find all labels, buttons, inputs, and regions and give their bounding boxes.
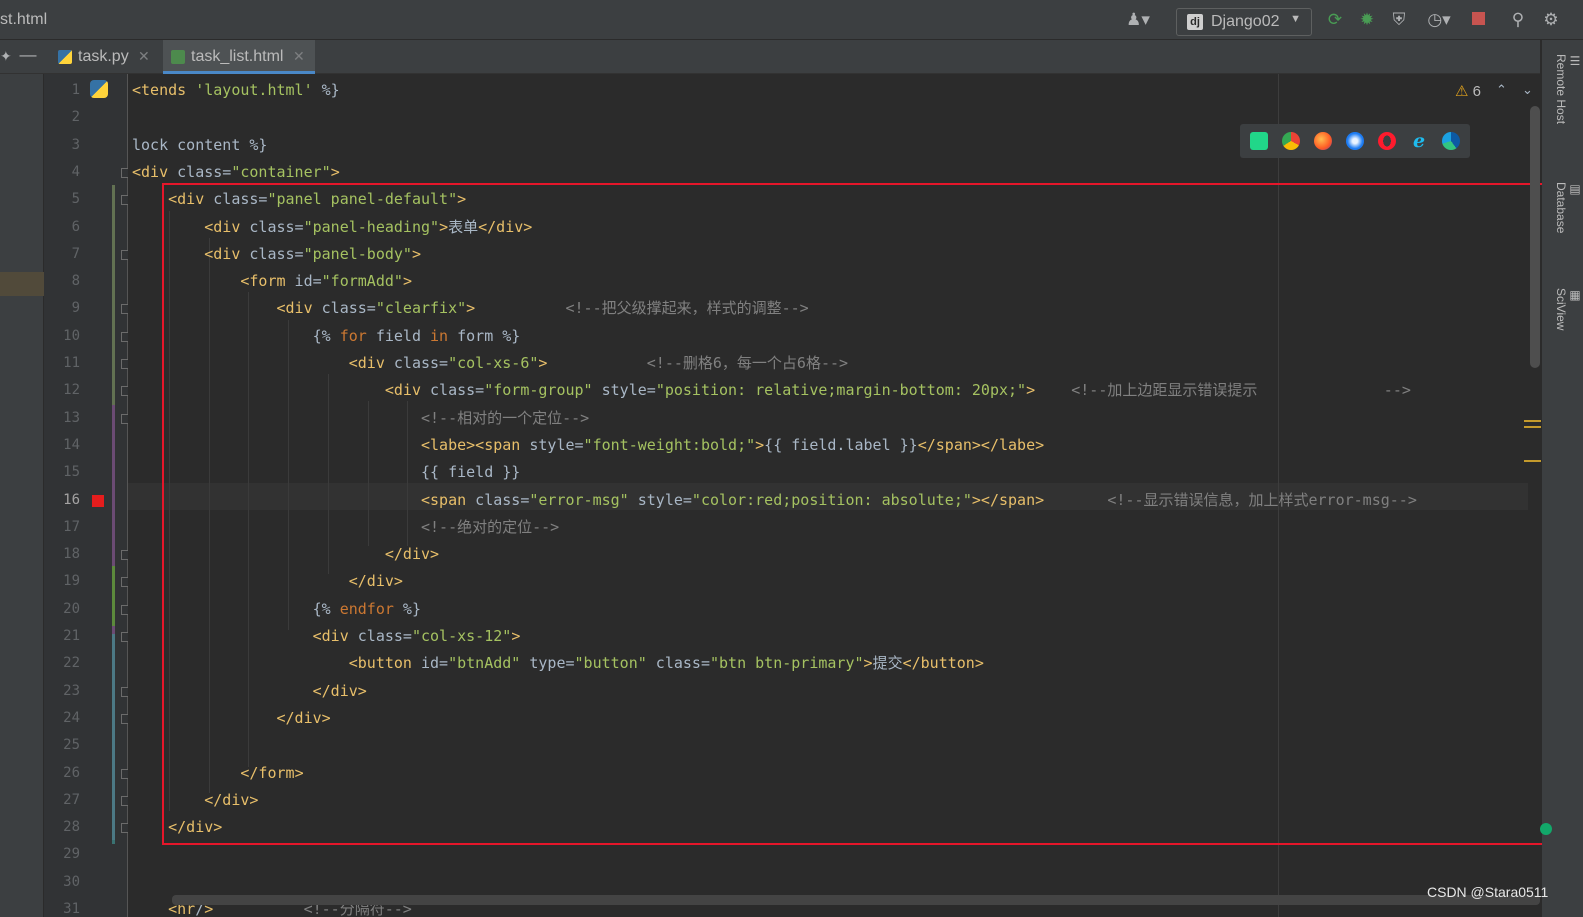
previous-highlight-icon[interactable]: ⌃ <box>1496 82 1507 98</box>
line-number[interactable]: 4 <box>44 159 80 186</box>
project-tool-strip <box>0 74 44 917</box>
line-number[interactable]: 6 <box>44 214 80 241</box>
editor-tab-bar: ✦ — task.py ✕ task_list.html ✕ <box>0 40 1540 74</box>
line-number[interactable]: 28 <box>44 814 80 841</box>
sciview-label: SciView <box>1554 288 1568 331</box>
python-file-icon <box>58 50 72 64</box>
minimize-icon[interactable]: — <box>18 45 38 65</box>
line-number[interactable]: 13 <box>44 405 80 432</box>
line-number[interactable]: 14 <box>44 432 80 459</box>
python-django-icon[interactable] <box>90 80 108 98</box>
html-file-icon <box>171 50 185 64</box>
firefox-icon[interactable] <box>1314 132 1332 150</box>
remote-host-panel-tab[interactable]: ☰ Remote Host <box>1554 54 1582 124</box>
tab-label: task_list.html <box>191 48 284 65</box>
search-icon[interactable]: ⚲ <box>1508 10 1528 30</box>
sciview-panel-tab[interactable]: ▦ SciView <box>1554 288 1582 330</box>
breakpoint-icon[interactable] <box>92 494 104 507</box>
pin-icon[interactable]: ✦ <box>0 46 12 66</box>
database-icon: ▤ <box>1568 182 1582 196</box>
line-number[interactable]: 23 <box>44 678 80 705</box>
ie-icon[interactable]: e <box>1410 132 1428 151</box>
close-icon[interactable]: ✕ <box>138 48 150 65</box>
stop-icon[interactable] <box>1469 10 1487 30</box>
profile-icon[interactable]: ◷▾ <box>1419 10 1459 30</box>
line-number[interactable]: 7 <box>44 241 80 268</box>
vcs-added-marker <box>112 185 115 405</box>
title-bar: st.html ♟▾ dj Django02 ▼ ⟳ ✹ ⛨ ◷▾ ⚲ ⚙ <box>0 0 1583 40</box>
line-number[interactable]: 26 <box>44 760 80 787</box>
edge-icon[interactable] <box>1442 132 1460 150</box>
warning-stripe-mark[interactable] <box>1524 460 1541 462</box>
rerun-icon[interactable]: ⟳ <box>1325 10 1345 30</box>
vcs-modified-marker <box>112 634 115 844</box>
line-number[interactable]: 10 <box>44 323 80 350</box>
line-number[interactable]: 9 <box>44 295 80 322</box>
code-line[interactable]: lock content %} <box>132 132 267 159</box>
warning-icon: ⚠ <box>1455 83 1469 100</box>
tab-label: task.py <box>78 48 129 65</box>
remote-host-icon: ☰ <box>1568 54 1582 68</box>
project-selection-highlight <box>0 272 44 296</box>
line-number[interactable]: 30 <box>44 869 80 896</box>
warning-count: 6 <box>1472 83 1481 100</box>
line-number[interactable]: 8 <box>44 268 80 295</box>
line-number-gutter[interactable]: 1 2 3 4 5 6 7 8 9 10 11 12 13 14 15 16 17 18 19 20 21 22 23 24 2… <box>44 74 131 917</box>
line-number[interactable]: 1 <box>44 77 80 104</box>
line-number[interactable]: 3 <box>44 132 80 159</box>
remote-host-label: Remote Host <box>1554 54 1568 125</box>
database-panel-tab[interactable]: ▤ Database <box>1554 182 1582 233</box>
line-number[interactable]: 21 <box>44 623 80 650</box>
line-number[interactable]: 29 <box>44 841 80 868</box>
tab-task-py[interactable]: task.py ✕ <box>50 40 160 74</box>
line-number[interactable]: 20 <box>44 596 80 623</box>
warning-stripe-mark[interactable] <box>1524 420 1541 422</box>
close-icon[interactable]: ✕ <box>293 48 305 65</box>
line-number[interactable]: 24 <box>44 705 80 732</box>
right-tool-window-bar: ☰ Remote Host ▤ Database ▦ SciView <box>1542 40 1583 917</box>
window-title: st.html <box>0 11 48 28</box>
vertical-scrollbar-thumb[interactable] <box>1530 106 1540 368</box>
pycharm-icon[interactable] <box>1250 132 1268 150</box>
watermark: CSDN @Stara0511 <box>1427 884 1549 900</box>
line-number[interactable]: 11 <box>44 350 80 377</box>
line-number[interactable]: 12 <box>44 377 80 404</box>
safari-icon[interactable] <box>1346 132 1364 150</box>
line-number[interactable]: 5 <box>44 186 80 213</box>
annotation-selection-box <box>162 183 1551 845</box>
opera-icon[interactable] <box>1378 132 1396 150</box>
warning-stripe-mark[interactable] <box>1524 426 1541 428</box>
line-number[interactable]: 18 <box>44 541 80 568</box>
tab-task-list-html[interactable]: task_list.html ✕ <box>163 40 315 74</box>
line-number[interactable]: 16 <box>44 487 80 514</box>
status-indicator-icon[interactable] <box>1540 823 1552 835</box>
line-number[interactable]: 17 <box>44 514 80 541</box>
sciview-icon: ▦ <box>1568 288 1582 302</box>
django-icon: dj <box>1187 14 1203 30</box>
line-number[interactable]: 27 <box>44 787 80 814</box>
debug-icon[interactable]: ✹ <box>1357 10 1377 30</box>
user-icon[interactable]: ♟▾ <box>1122 10 1154 30</box>
next-highlight-icon[interactable]: ⌄ <box>1522 82 1533 98</box>
chrome-icon[interactable] <box>1282 132 1300 150</box>
run-config-label: Django02 <box>1211 13 1280 30</box>
chevron-down-icon: ▼ <box>1290 13 1301 25</box>
line-number[interactable]: 31 <box>44 896 80 917</box>
horizontal-scrollbar[interactable] <box>172 895 1540 905</box>
line-number[interactable]: 2 <box>44 104 80 131</box>
line-number[interactable]: 19 <box>44 568 80 595</box>
line-number[interactable]: 15 <box>44 459 80 486</box>
run-config-selector[interactable]: dj Django02 ▼ <box>1176 8 1312 36</box>
open-in-browser-toolbar: e <box>1240 124 1470 158</box>
line-number[interactable]: 22 <box>44 650 80 677</box>
database-label: Database <box>1554 182 1568 234</box>
coverage-icon[interactable]: ⛨ <box>1389 10 1409 30</box>
line-number[interactable]: 25 <box>44 732 80 759</box>
code-line[interactable]: <tends 'layout.html' %} <box>132 77 340 104</box>
inspection-warnings[interactable]: ⚠ 6 <box>1455 82 1481 100</box>
settings-icon[interactable]: ⚙ <box>1540 10 1562 30</box>
vcs-added-marker <box>112 566 115 626</box>
